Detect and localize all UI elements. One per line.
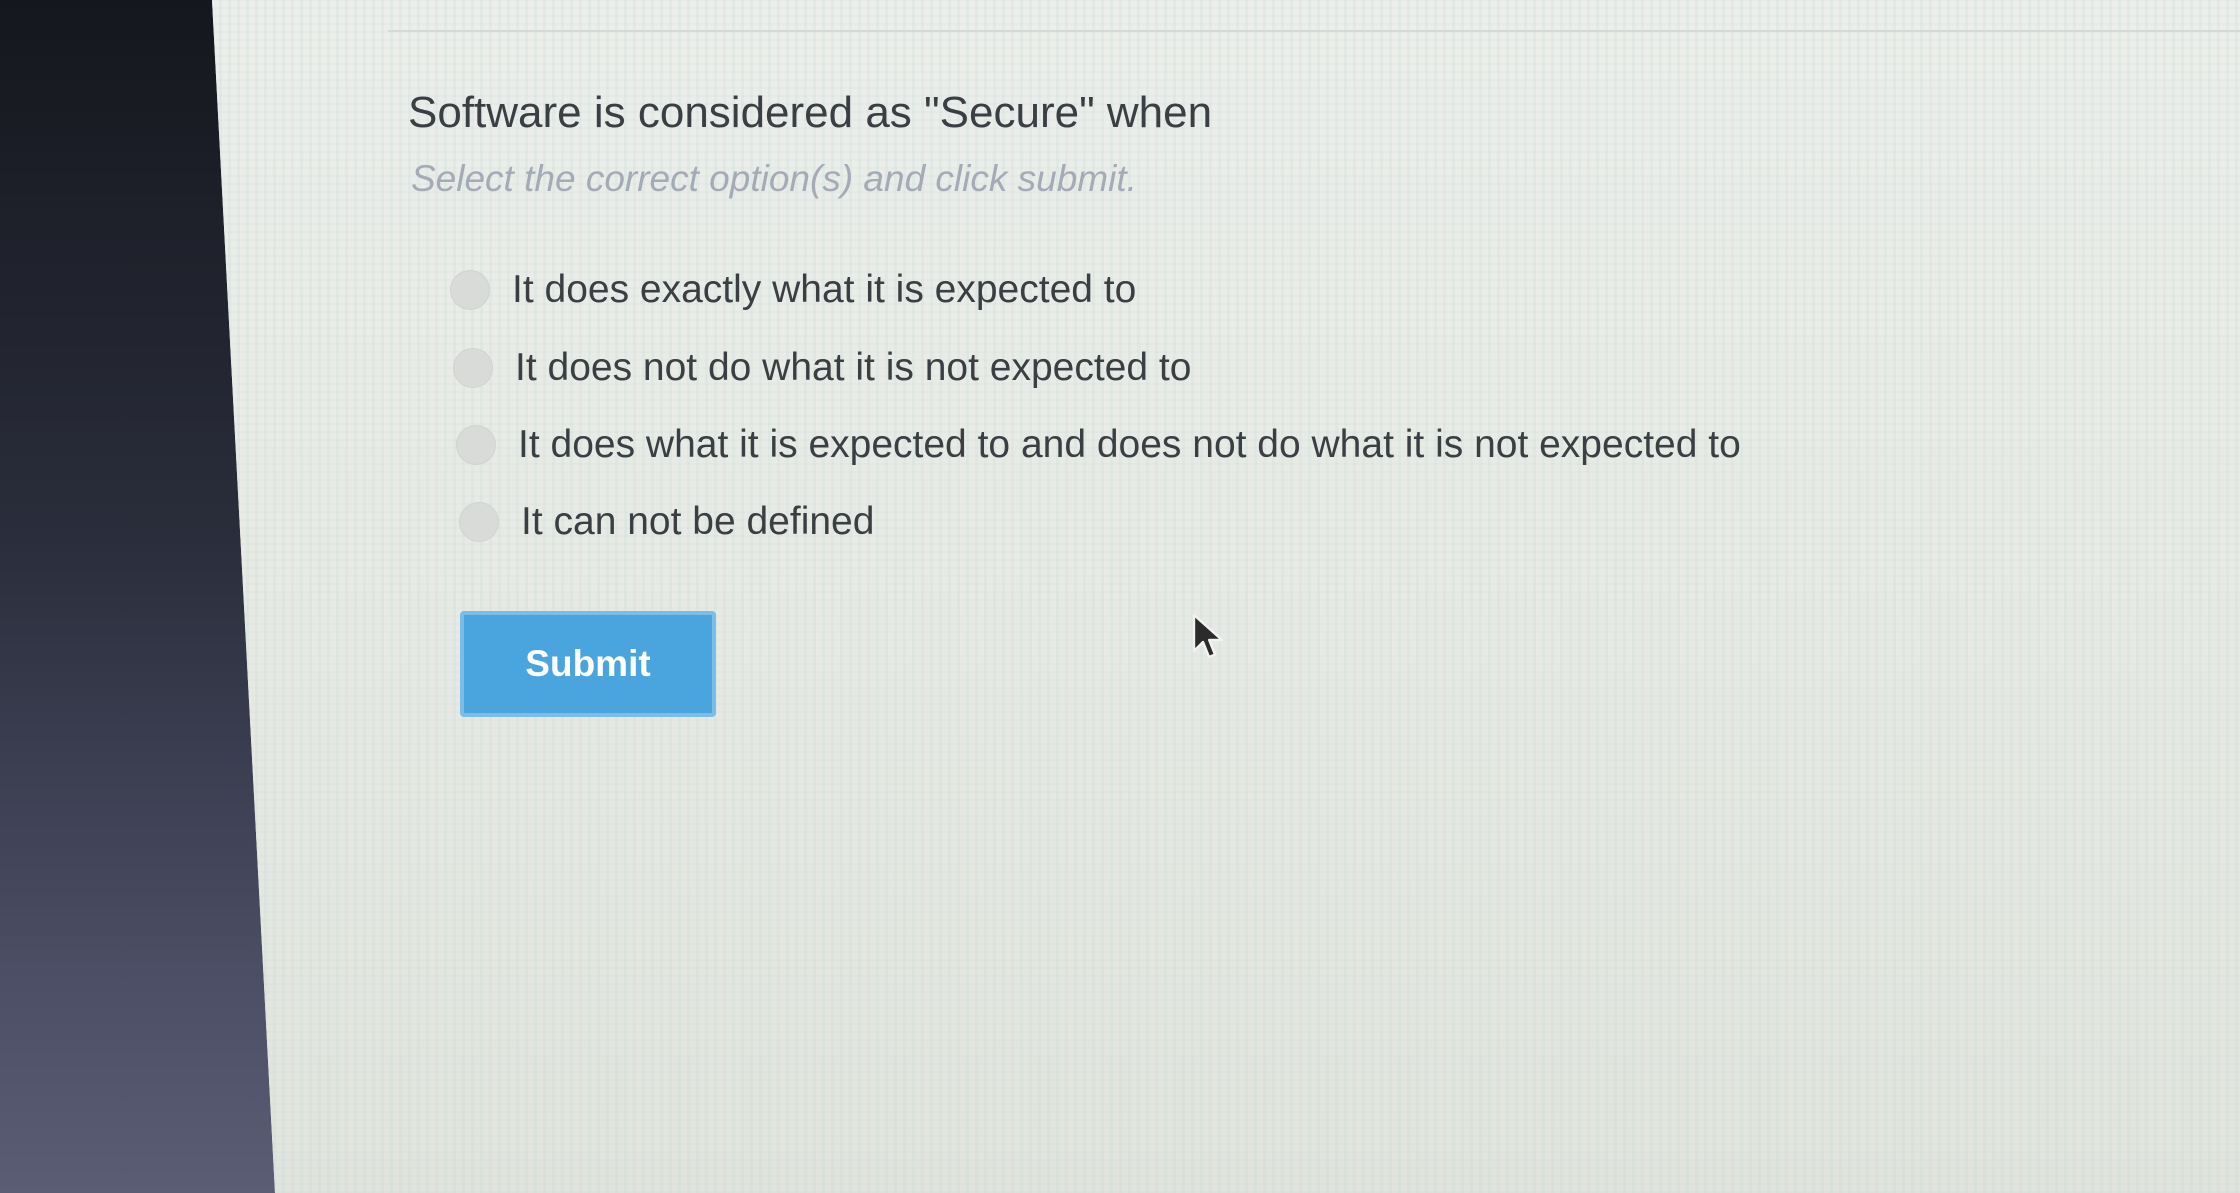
option-1-label: It does exactly what it is expected to bbox=[512, 268, 1137, 311]
option-4-radio[interactable] bbox=[459, 502, 499, 542]
option-3[interactable]: It does what it is expected to and does … bbox=[456, 423, 1741, 467]
option-3-label: It does what it is expected to and does … bbox=[518, 423, 1741, 466]
option-4[interactable]: It can not be defined bbox=[459, 500, 874, 544]
option-2[interactable]: It does not do what it is not expected t… bbox=[453, 346, 1191, 390]
question-instructions: Select the correct option(s) and click s… bbox=[411, 158, 1137, 199]
option-1[interactable]: It does exactly what it is expected to bbox=[450, 268, 1136, 312]
option-2-label: It does not do what it is not expected t… bbox=[515, 346, 1192, 389]
option-1-radio[interactable] bbox=[450, 270, 490, 310]
option-2-radio[interactable] bbox=[453, 348, 493, 388]
mouse-pointer-icon bbox=[1192, 613, 1224, 659]
top-divider bbox=[388, 30, 2240, 32]
question-title: Software is considered as "Secure" when bbox=[408, 88, 1213, 137]
option-4-label: It can not be defined bbox=[521, 500, 875, 543]
option-3-radio[interactable] bbox=[456, 425, 496, 465]
submit-button[interactable]: Submit bbox=[460, 611, 716, 717]
